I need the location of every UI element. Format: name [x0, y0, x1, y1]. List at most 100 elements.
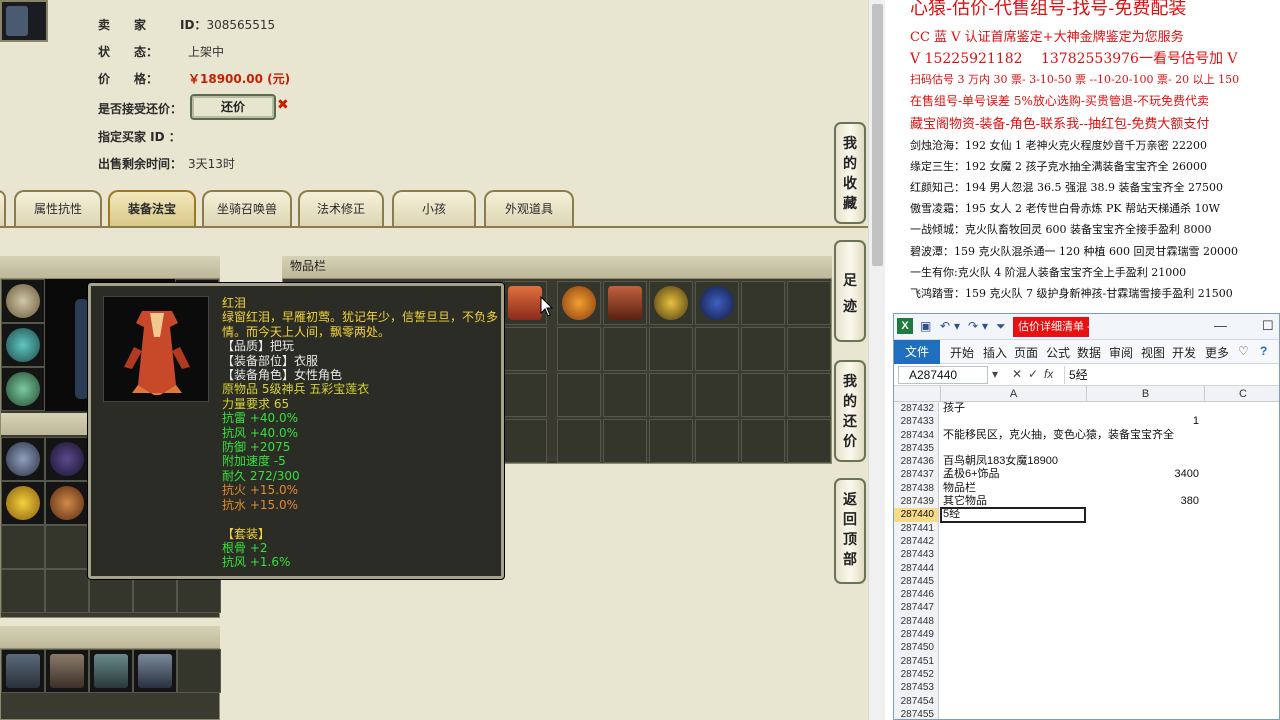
tab-data[interactable]: 数据 [1077, 344, 1101, 361]
undo-dropdown-icon[interactable]: ▾ [954, 319, 960, 333]
pet-slot[interactable] [1, 649, 45, 693]
equip-slot[interactable] [1, 367, 45, 411]
cell-b[interactable] [1086, 615, 1203, 628]
cell-b[interactable] [1086, 695, 1203, 708]
row-number[interactable]: 287454 [894, 694, 939, 708]
name-box-dropdown-icon[interactable]: ▾ [992, 367, 998, 381]
row-number[interactable]: 287449 [894, 628, 939, 642]
cell-b[interactable] [1086, 442, 1203, 455]
equip-slot[interactable] [45, 525, 89, 569]
cell-b[interactable]: 3400 [1086, 468, 1203, 481]
inventory-slot[interactable] [557, 327, 601, 371]
cell-b[interactable] [1086, 681, 1203, 694]
row-number[interactable]: 287436 [894, 455, 939, 469]
equip-slot[interactable] [45, 569, 89, 613]
cell-a[interactable]: 孟极6+饰品 [941, 468, 1085, 481]
row-number[interactable]: 287444 [894, 561, 939, 575]
character-thumbnail[interactable] [0, 0, 48, 42]
inventory-slot[interactable] [695, 419, 739, 463]
row-number[interactable]: 287448 [894, 614, 939, 629]
cell-a[interactable] [941, 442, 1085, 455]
tab-developer[interactable]: 开发 [1172, 344, 1196, 361]
cell-b[interactable] [1086, 548, 1203, 561]
cell-a[interactable] [941, 601, 1085, 614]
inventory-slot[interactable] [649, 327, 693, 371]
tab-appearance[interactable]: 外观道具 [484, 190, 574, 226]
inventory-slot[interactable] [695, 373, 739, 417]
cell-a[interactable]: 百鸟朝凤183女魔18900 [941, 455, 1085, 468]
cell-b[interactable] [1086, 575, 1203, 588]
equip-slot[interactable] [45, 481, 89, 525]
customize-toolbar-icon[interactable]: ⏷ [996, 319, 1006, 334]
equip-slot[interactable] [1, 525, 45, 569]
cell-a[interactable] [941, 641, 1085, 654]
insert-function-icon[interactable]: fx [1044, 367, 1053, 381]
inventory-slot[interactable] [503, 419, 547, 463]
row-number[interactable]: 287437 [894, 468, 939, 482]
inventory-slot[interactable] [603, 327, 647, 371]
inventory-slot[interactable] [695, 281, 739, 325]
inventory-slot[interactable] [741, 327, 785, 371]
undo-icon[interactable]: ↶ [940, 319, 950, 333]
cell-a[interactable] [941, 415, 1085, 428]
tab-insert[interactable]: 插入 [983, 344, 1007, 361]
my-favorites-button[interactable]: 我 的 收 藏 [834, 122, 866, 224]
cell-b[interactable] [1086, 601, 1203, 614]
inventory-slot[interactable] [557, 419, 601, 463]
cell-a[interactable] [941, 548, 1085, 561]
cell-b[interactable] [1086, 708, 1203, 719]
row-number[interactable]: 287452 [894, 667, 939, 682]
cell-a[interactable] [941, 695, 1085, 708]
cell-a[interactable] [941, 668, 1085, 681]
back-to-top-button[interactable]: 返 回 顶 部 [834, 478, 866, 584]
row-number[interactable]: 287453 [894, 681, 939, 695]
column-header-c[interactable]: C [1204, 386, 1279, 402]
row-number[interactable]: 287451 [894, 654, 939, 668]
inventory-slot[interactable] [787, 327, 831, 371]
redo-dropdown-icon[interactable]: ▾ [982, 319, 988, 333]
inventory-slot[interactable] [787, 419, 831, 463]
cell-a[interactable]: 不能移民区，克火抽，变色心猿，装备宝宝齐全 [941, 429, 1174, 442]
tab-review[interactable]: 审阅 [1109, 344, 1133, 361]
tab-spells[interactable]: 法术修正 [298, 190, 384, 226]
cell-b[interactable] [1086, 402, 1203, 415]
inventory-slot[interactable] [741, 373, 785, 417]
cell-a[interactable] [941, 708, 1085, 719]
row-number[interactable]: 287450 [894, 641, 939, 655]
cell-a[interactable] [941, 522, 1085, 535]
cell-a[interactable]: 其它物品 [941, 495, 1085, 508]
equip-slot[interactable] [1, 569, 45, 613]
my-bargains-button[interactable]: 我 的 还 价 [834, 360, 866, 462]
cell-a[interactable] [941, 562, 1085, 575]
pet-slot[interactable] [177, 649, 221, 693]
cell-b[interactable] [1086, 522, 1203, 535]
equip-slot[interactable] [45, 437, 89, 481]
tab-page[interactable]: 页面 [1014, 344, 1038, 361]
cell-b[interactable] [1086, 668, 1203, 681]
cell-a[interactable]: 孩子 [941, 402, 1085, 415]
cell-b[interactable] [1086, 535, 1203, 548]
pet-slot[interactable] [133, 649, 177, 693]
row-number[interactable]: 287441 [894, 521, 939, 535]
cell-b[interactable] [1086, 429, 1203, 442]
cell-a[interactable] [941, 588, 1085, 601]
pet-slot[interactable] [89, 649, 133, 693]
bargain-button[interactable]: 还价 [190, 94, 276, 120]
tab-home[interactable]: 开始 [950, 344, 974, 361]
inventory-slot[interactable] [557, 281, 601, 325]
cell-b[interactable] [1086, 588, 1203, 601]
tab-equipment[interactable]: 装备法宝 [108, 190, 196, 226]
name-box[interactable]: A287440 [898, 366, 988, 384]
maximize-icon[interactable]: ☐ [1262, 318, 1274, 334]
equip-slot[interactable] [1, 323, 45, 367]
cell-b[interactable]: 1 [1086, 415, 1203, 428]
cell-b[interactable] [1086, 562, 1203, 575]
cancel-icon[interactable]: ✕ [1012, 367, 1022, 381]
cell-b[interactable] [1086, 641, 1203, 654]
cell-b[interactable] [1086, 655, 1203, 668]
inventory-slot[interactable] [741, 281, 785, 325]
page-scrollbar[interactable] [868, 0, 885, 720]
cell-a[interactable]: 物品栏 [941, 482, 1085, 495]
cell-a[interactable] [941, 655, 1085, 668]
heart-icon[interactable]: ♡ [1238, 344, 1249, 358]
